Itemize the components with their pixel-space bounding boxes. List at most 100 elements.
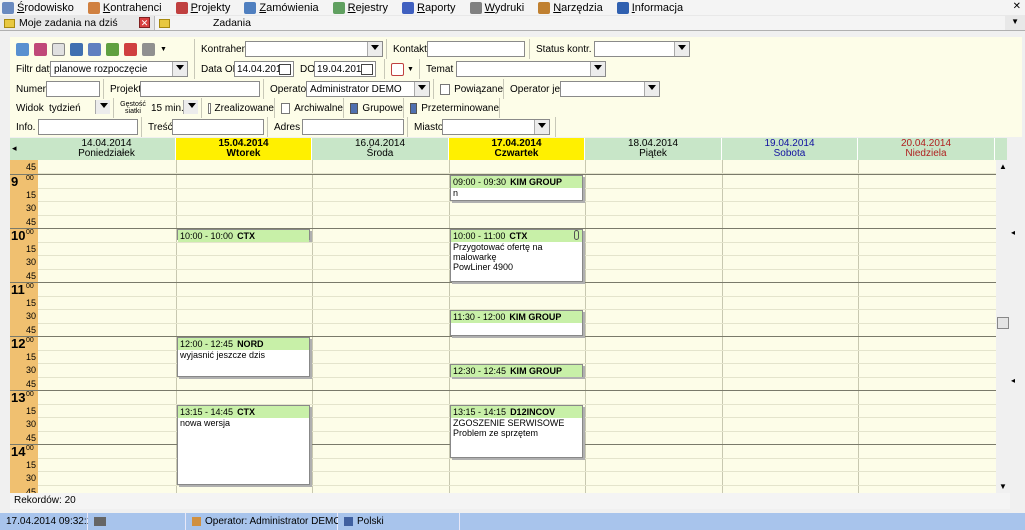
status-bar: 17.04.2014 09:32:11 Operator: Administra… [0, 513, 1025, 530]
day-header[interactable]: 20.04.2014 Niedziela [858, 138, 995, 160]
hour-line [10, 282, 1007, 283]
export-icon[interactable] [124, 42, 137, 56]
kontakt-input[interactable] [427, 41, 525, 57]
day-header[interactable]: 19.04.2014 Sobota [722, 138, 858, 160]
close-icon[interactable]: ✕ [1013, 1, 1021, 12]
zrealizowane-checkbox[interactable]: Zrealizowane [202, 98, 275, 118]
numer-input[interactable] [46, 81, 100, 97]
kontrahent-label: Kontrahent [201, 43, 250, 55]
miasto-select[interactable] [442, 119, 550, 135]
grid-density-select[interactable]: 15 min. [148, 100, 198, 116]
checkbox[interactable] [208, 102, 211, 114]
calendar-icon[interactable] [361, 64, 373, 75]
event-start: 13:15 [180, 406, 203, 417]
calendar-event[interactable]: 12:30 - 12:45 KIM GROUP [450, 364, 583, 377]
tab-my-tasks-today[interactable]: Moje zadania na dziś ✕ [0, 16, 155, 30]
day-header[interactable]: 17.04.2014 Czwartek [449, 138, 585, 160]
operator-jest-select[interactable] [560, 81, 660, 97]
calendar-event[interactable]: 10:00 - 11:00 CTX Przygotować ofertę na ma… [450, 229, 583, 282]
day-header[interactable]: 18.04.2014 Piątek [585, 138, 722, 160]
menu-tools[interactable]: Narzędzia [536, 1, 603, 14]
grupowe-toggle[interactable]: Grupowe [344, 98, 404, 118]
calendar-event[interactable]: 13:15 - 14:15 D12INCOV ZGOSZENIE SERWISOWE… [450, 404, 583, 458]
projekt-input[interactable] [140, 81, 260, 97]
calendar-event[interactable]: 09:00 - 09:30 KIM GROUP n [450, 175, 583, 201]
day-name: Poniedziałek [78, 148, 135, 159]
save-icon[interactable] [88, 42, 101, 56]
calendar-event[interactable]: 13:15 - 14:45 CTX nowa wersja [177, 404, 310, 485]
menu-registers[interactable]: Rejestry [331, 1, 388, 14]
powiazane-checkbox[interactable]: Powiązane [434, 79, 504, 99]
chevron-down-icon[interactable]: ▼ [160, 46, 167, 53]
info-filter: Info. [10, 117, 142, 137]
filter-row-5: Info. Treść Adres Miasto [10, 117, 1022, 137]
minute-label: 30 [26, 365, 37, 375]
refresh-icon[interactable] [16, 42, 29, 56]
date-filter-select[interactable]: planowe rozpoczęcie [50, 61, 188, 77]
menu-print[interactable]: Wydruki [468, 1, 524, 14]
info-input[interactable] [38, 119, 138, 135]
status-select[interactable] [594, 41, 690, 57]
day-name: Niedziela [905, 148, 947, 159]
prev-week-icon[interactable]: ◂ [12, 143, 17, 154]
expand-right-icon[interactable]: ◂ [1011, 376, 1015, 385]
calendar-icon[interactable] [279, 64, 291, 75]
toggle[interactable] [410, 102, 418, 114]
menu-orders[interactable]: Zamówienia [242, 1, 319, 14]
toggle[interactable] [350, 102, 359, 114]
status-empty [460, 513, 1025, 530]
minute-label: 15 [26, 459, 37, 470]
vertical-scrollbar[interactable]: ▲ ▼ [996, 160, 1010, 493]
tresc-input[interactable] [172, 119, 264, 135]
menu-info[interactable]: Informacja [615, 1, 683, 14]
calendar-event[interactable]: 12:00 - 12:45 NORD wyjasnić jeszcze dzis [177, 337, 310, 377]
expand-right-icon[interactable]: ◂ [1011, 228, 1015, 237]
status-operator: Operator: Administrator DEMO [186, 513, 341, 530]
copy-icon[interactable] [70, 42, 83, 56]
chevron-down-icon[interactable]: ▼ [407, 66, 414, 73]
close-tab-icon[interactable]: ✕ [139, 17, 150, 28]
checkbox[interactable] [281, 102, 291, 114]
new-document-icon[interactable] [52, 42, 65, 56]
event-header: 12:00 - 12:45 NORD [178, 338, 309, 350]
adres-filter: Adres [268, 117, 408, 137]
download-icon[interactable] [106, 42, 119, 56]
reports-icon [402, 1, 415, 14]
menu-projects[interactable]: Projekty [174, 1, 230, 14]
grid-density-filter: Gęstość siatki 15 min. [114, 98, 202, 118]
day-header[interactable]: 16.04.2014 Środa [312, 138, 449, 160]
scroll-down-icon[interactable]: ▼ [996, 480, 1010, 493]
event-client: KIM GROUP [510, 177, 563, 187]
checkbox[interactable] [440, 83, 451, 95]
calendar-event[interactable]: 10:00 - 10:00 CTX [177, 229, 310, 242]
day-name: Piątek [639, 148, 667, 159]
tab-tasks[interactable]: Zadania [155, 16, 1005, 30]
temat-label: Temat [426, 63, 454, 75]
przeterminowane-toggle[interactable]: Przeterminowane [404, 98, 500, 118]
calendar-event[interactable]: 11:30 - 12:00 KIM GROUP [450, 310, 583, 336]
view-select[interactable]: tydzień [46, 100, 110, 116]
minute-label: 15 [26, 405, 37, 416]
menu-environment[interactable]: Środowisko [0, 1, 74, 14]
adres-input[interactable] [302, 119, 404, 135]
operator-select[interactable]: Administrator DEMO [306, 81, 430, 97]
calendar-icon[interactable] [391, 62, 404, 76]
tab-list-dropdown-icon[interactable]: ▼ [1011, 17, 1019, 26]
day-header[interactable]: 15.04.2014 Wtorek [176, 138, 312, 160]
scroll-up-icon[interactable]: ▲ [996, 160, 1010, 173]
scroll-thumb[interactable] [997, 317, 1009, 329]
day-header[interactable]: 14.04.2014 Poniedziałek [38, 138, 176, 160]
event-end: 11:00 [483, 231, 506, 241]
grid-density-label: Gęstość siatki [120, 101, 146, 115]
kontrahent-select[interactable] [245, 41, 383, 57]
printer-icon[interactable] [142, 42, 155, 56]
tab-bar: Moje zadania na dziś ✕ Zadania ▼ [0, 15, 1025, 31]
numer-filter: Numer [10, 79, 104, 99]
archiwalne-checkbox[interactable]: Archiwalne [275, 98, 344, 118]
menu-reports[interactable]: Raporty [400, 1, 456, 14]
temat-select[interactable] [456, 61, 606, 77]
date-to-input[interactable]: 19.04.2014 [314, 61, 376, 77]
menu-contractors[interactable]: Kontrahenci [86, 1, 162, 14]
date-from-input[interactable]: 14.04.2014 [234, 61, 294, 77]
filter-icon[interactable] [34, 42, 47, 56]
